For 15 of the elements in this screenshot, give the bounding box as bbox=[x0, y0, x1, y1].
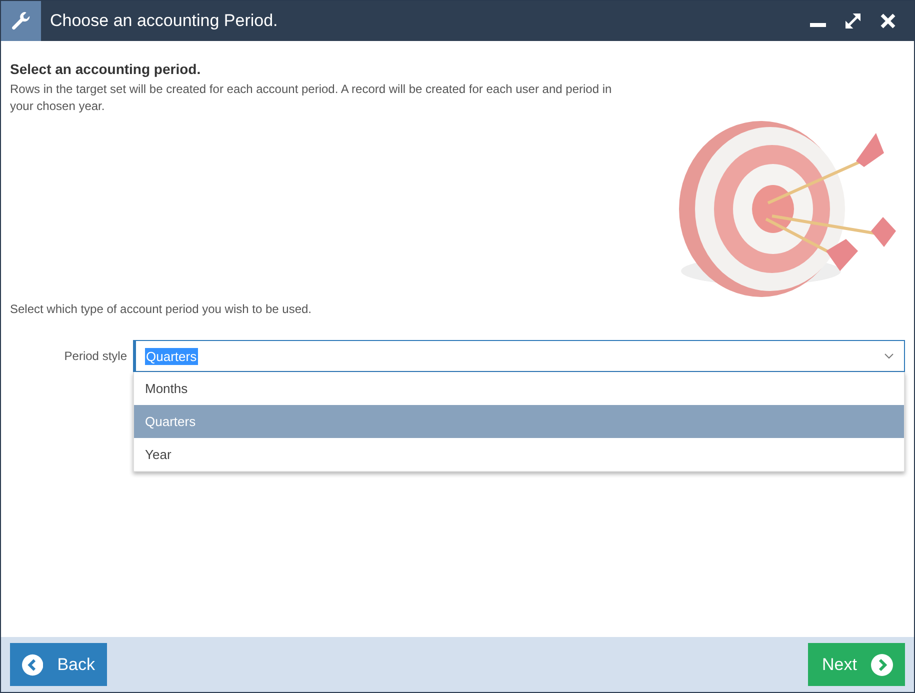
window-title: Choose an accounting Period. bbox=[50, 11, 279, 31]
maximize-icon[interactable] bbox=[844, 12, 862, 30]
instruction-text: Select which type of account period you wish to be used. bbox=[10, 302, 313, 316]
description-text: Rows in the target set will be created for each account period. A record will be created for each user and period in your chosen year. bbox=[10, 81, 613, 115]
dropdown-option[interactable]: Months bbox=[134, 372, 904, 405]
next-button[interactable]: Next bbox=[808, 643, 905, 686]
dropdown-option[interactable]: Year bbox=[134, 438, 904, 471]
back-button[interactable]: Back bbox=[10, 643, 107, 686]
close-icon[interactable] bbox=[879, 12, 897, 30]
section-heading: Select an accounting period. bbox=[10, 61, 202, 77]
chevron-right-icon bbox=[871, 654, 893, 676]
field-label: Period style bbox=[63, 348, 128, 365]
chevron-left-icon bbox=[22, 654, 44, 676]
chevron-icon bbox=[884, 353, 894, 359]
dropdown-option[interactable]: Quarters bbox=[134, 405, 904, 438]
